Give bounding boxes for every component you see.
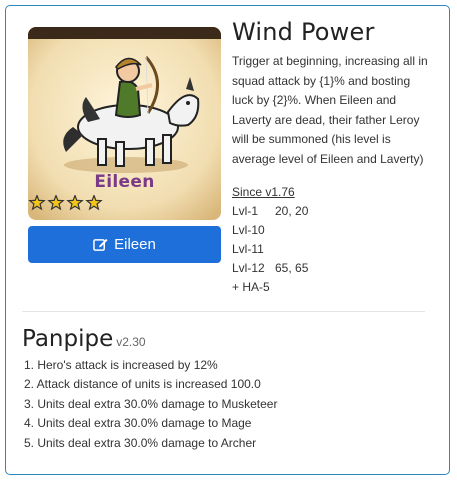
list-item: 1. Hero's attack is increased by 12% [24,358,218,372]
level-label: Lvl-1 [232,204,259,218]
level-row: Lvl-11 [232,240,308,259]
skill-levels: Since v1.76 Lvl-1 20, 20 Lvl-10 Lvl-11 L… [232,183,308,297]
star-rating [28,195,221,211]
item-version: v2.30 [116,335,146,349]
hero-name: Eileen [94,172,155,192]
hero-portrait: Eileen [28,27,221,220]
list-item: 2. Attack distance of units is increased… [24,377,261,392]
list-item: 3. Units deal extra 30.0% damage to Musk… [24,396,278,411]
level-row: Lvl-10 [232,221,308,240]
section-divider [22,311,425,312]
level-label: Lvl-11 [232,242,264,256]
since-version: Since v1.76 [232,185,295,199]
star-icon [28,195,46,211]
level-row: Lvl-1 20, 20 [232,202,308,221]
star-icon [47,195,65,211]
skill-description: Trigger at beginning, increasing all in … [232,54,428,166]
level-row: Lvl-12 65, 65 [232,259,308,278]
level-label: Lvl-12 [232,261,265,275]
list-item: 5. Units deal extra 30.0% damage to Arch… [24,435,257,450]
hero-button-label: Eileen [114,236,156,253]
hero-edit-button[interactable]: Eileen [28,226,221,263]
star-icon [66,195,84,211]
item-effects: 1. Hero's attack is increased by 12% 2. … [24,356,277,453]
skill-title: Wind Power [232,18,375,46]
ha-extra: + HA-5 [232,280,270,294]
item-title: Panpipe v2.30 [22,326,146,352]
level-label: Lvl-10 [232,223,265,237]
level-values: 65, 65 [275,261,309,275]
edit-icon [93,237,108,252]
star-icon [85,195,103,211]
item-name: Panpipe [22,326,114,352]
star-icons [28,195,103,211]
list-item: 4. Units deal extra 30.0% damage to Mage [24,416,252,431]
level-values: 20, 20 [275,204,309,218]
